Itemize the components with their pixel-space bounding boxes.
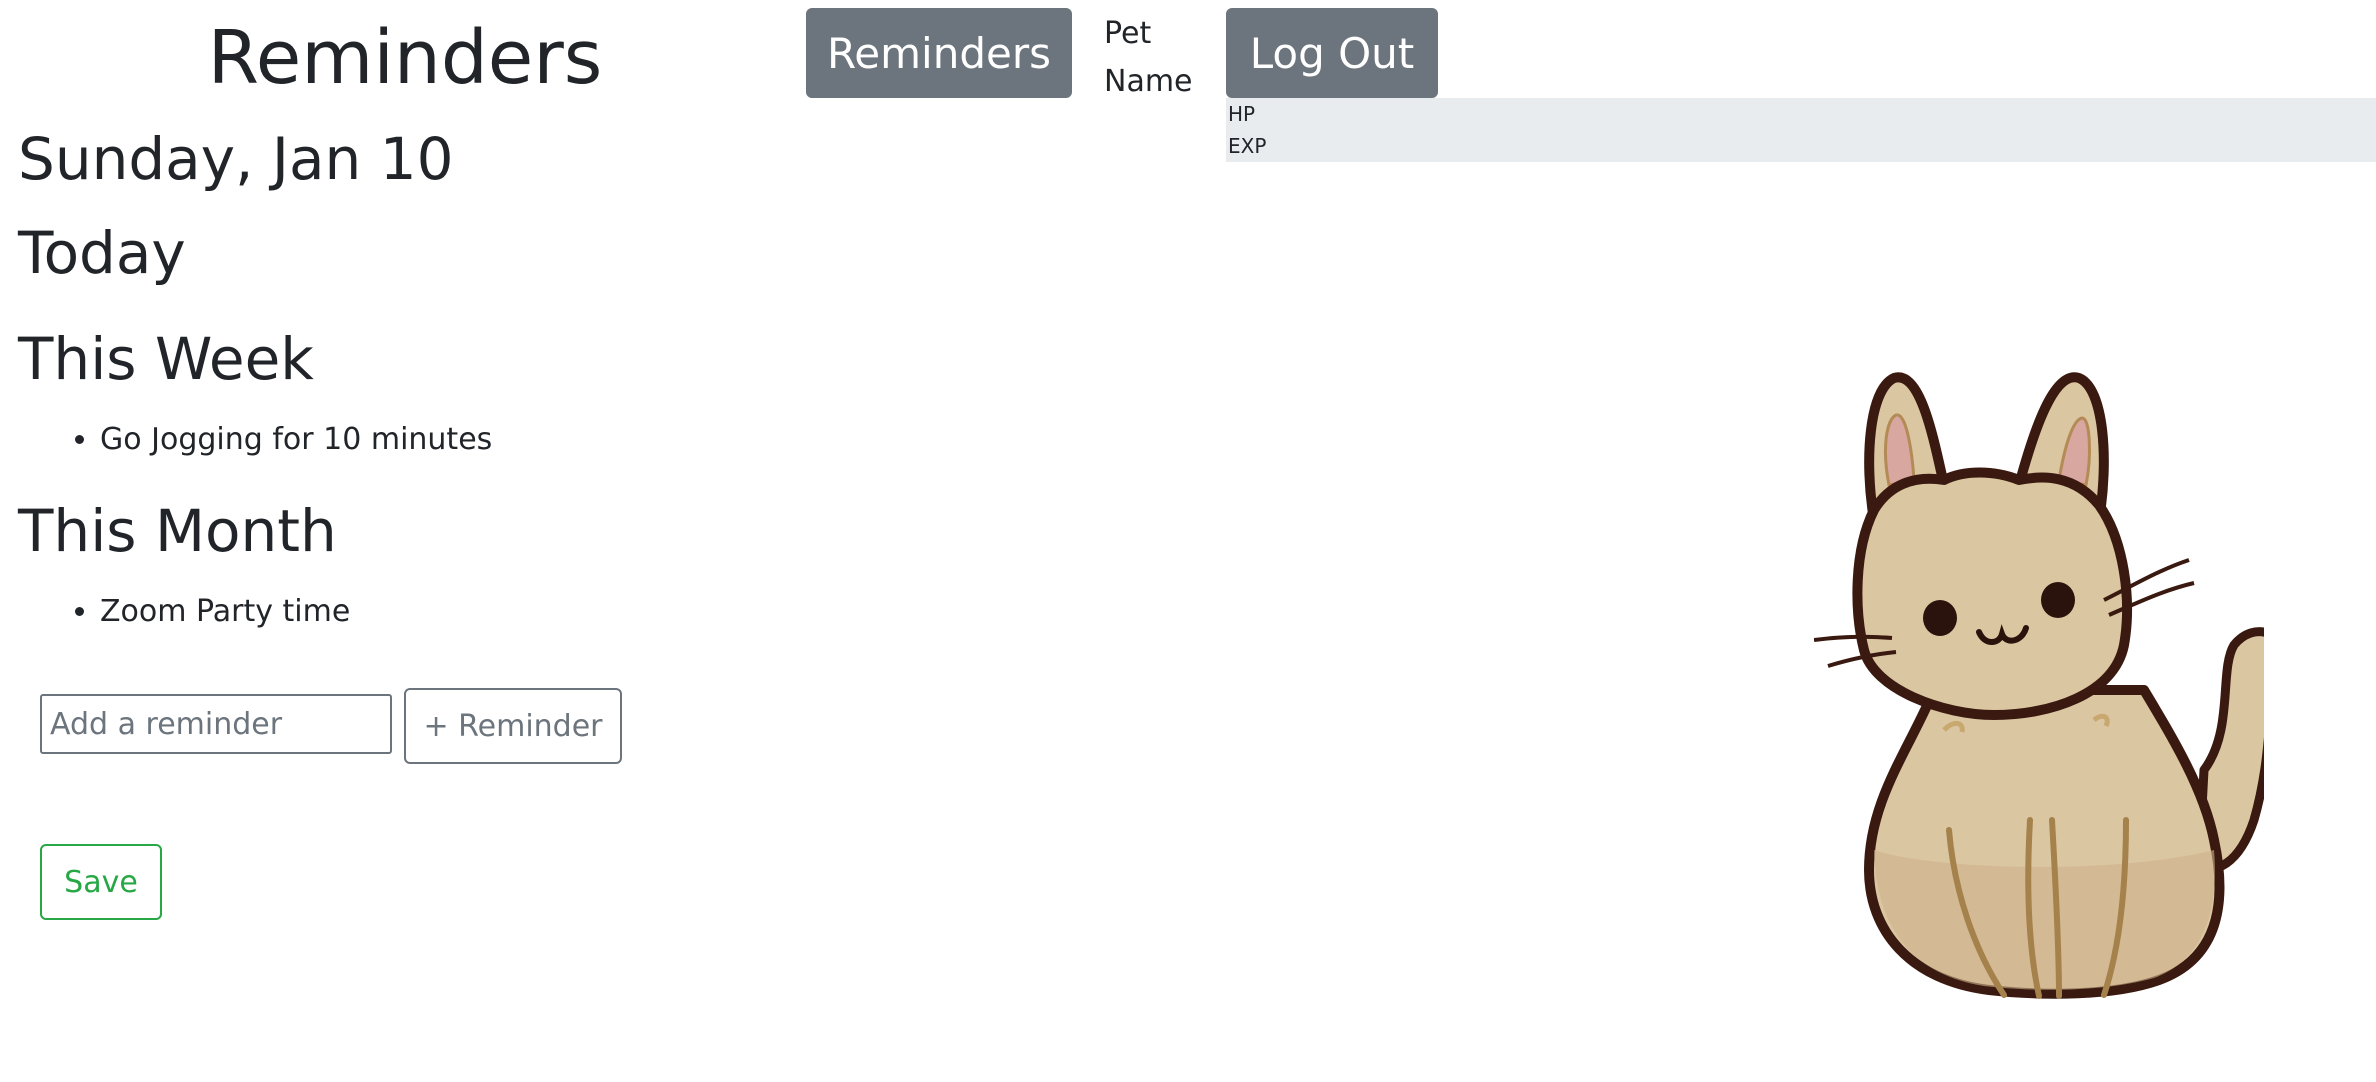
date-heading: Sunday, Jan 10 [18, 125, 454, 193]
save-button[interactable]: Save [40, 844, 162, 920]
reminder-item: Zoom Party time [100, 592, 350, 632]
logout-button[interactable]: Log Out [1226, 8, 1438, 98]
hp-label: HP [1228, 102, 1256, 126]
pet-stats-panel: HP EXP [1226, 98, 2376, 162]
reminders-nav-button[interactable]: Reminders [806, 8, 1072, 98]
section-heading-today: Today [18, 219, 186, 287]
this-month-list: Zoom Party time [0, 592, 350, 632]
exp-label: EXP [1228, 134, 1267, 158]
pet-name: Pet Name [1104, 16, 1193, 99]
reminder-input[interactable] [40, 694, 392, 754]
add-reminder-button[interactable]: + Reminder [404, 688, 622, 764]
section-heading-this-month: This Month [18, 497, 337, 565]
reminder-item: Go Jogging for 10 minutes [100, 420, 492, 460]
page-title: Reminders [207, 15, 603, 101]
section-heading-this-week: This Week [18, 325, 314, 393]
cat-icon [1814, 372, 2264, 999]
this-week-list: Go Jogging for 10 minutes [0, 420, 492, 460]
